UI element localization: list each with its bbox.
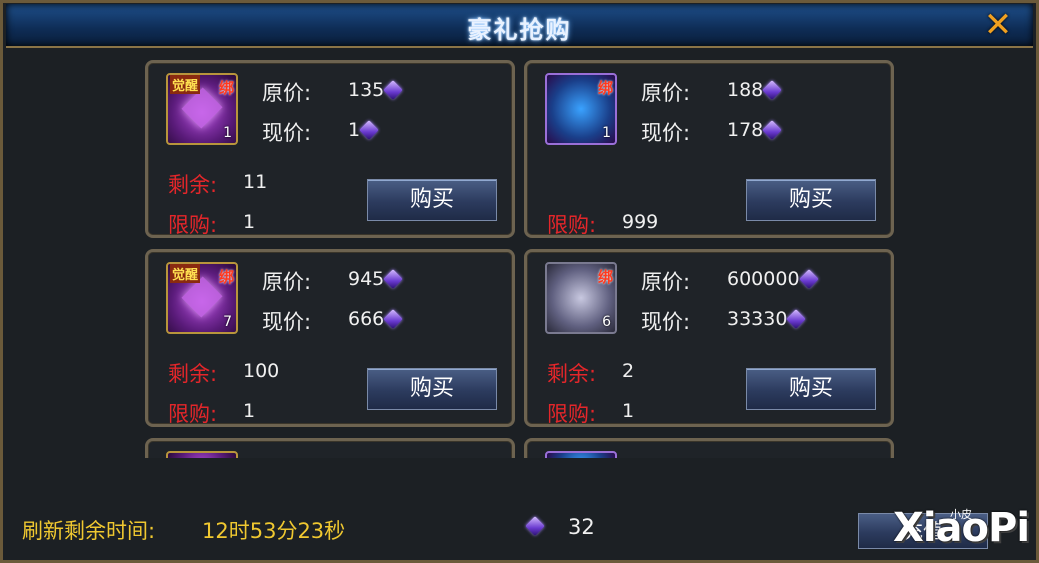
original-price-label: 原价: xyxy=(262,81,312,105)
original-price-value: 135 xyxy=(348,79,404,101)
item-count: 7 xyxy=(223,314,232,330)
remaining-value: 100 xyxy=(243,360,280,382)
current-price-label: 现价: xyxy=(641,121,691,145)
purple-gem-icon[interactable]: 觉醒 绑 7 xyxy=(166,262,238,334)
bound-badge: 绑 xyxy=(597,79,613,97)
limit-label: 限购: xyxy=(168,213,218,237)
current-price-value: 1 xyxy=(348,119,379,141)
current-price-label: 现价: xyxy=(262,121,312,145)
remaining-value: 11 xyxy=(243,171,268,193)
current-price-label: 现价: xyxy=(641,310,691,334)
currency-amount: 32 xyxy=(568,515,595,539)
item-card: 觉醒 绑 1 原价: 135 现价: 1 剩余: 11 限购: 1 购买 xyxy=(145,60,515,238)
item-count: 1 xyxy=(223,125,232,141)
refresh-timer: 12时53分23秒 xyxy=(202,519,346,543)
blue-chest-icon[interactable]: 绑 1 xyxy=(545,73,617,145)
recharge-button[interactable]: 充值 xyxy=(858,513,988,549)
limit-value: 1 xyxy=(243,400,256,422)
diamond-icon xyxy=(762,80,783,100)
remaining-label: 剩余: xyxy=(547,362,597,386)
item-icon xyxy=(545,451,617,458)
original-price-label: 原价: xyxy=(641,81,691,105)
original-price-label: 原价: xyxy=(262,270,312,294)
current-price-value: 666 xyxy=(348,308,404,330)
buy-button[interactable]: 购买 xyxy=(367,179,497,221)
awaken-tag: 觉醒 xyxy=(170,264,201,283)
limit-label: 限购: xyxy=(168,402,218,426)
diamond-icon xyxy=(786,309,807,329)
item-card: 绑 1 原价: 188 现价: 178 限购: 999 购买 xyxy=(524,60,894,238)
diamond-icon xyxy=(798,269,819,289)
remaining-label: 剩余: xyxy=(168,362,218,386)
refresh-label: 刷新剩余时间: xyxy=(22,519,156,543)
silver-chest-icon[interactable]: 绑 6 xyxy=(545,262,617,334)
current-price-label: 现价: xyxy=(262,310,312,334)
diamond-icon xyxy=(762,120,783,140)
buy-button[interactable]: 购买 xyxy=(367,368,497,410)
diamond-icon xyxy=(383,80,404,100)
original-price-value: 600000 xyxy=(727,268,819,290)
window-title: 豪礼抢购 xyxy=(467,15,572,44)
current-price-value: 33330 xyxy=(727,308,807,330)
title-bar: 豪礼抢购 ✕ xyxy=(6,4,1033,48)
item-icon xyxy=(166,451,238,458)
diamond-icon xyxy=(383,269,404,289)
item-card-partial xyxy=(145,438,515,458)
limit-label: 限购: xyxy=(547,402,597,426)
item-count: 6 xyxy=(602,314,611,330)
original-price-label: 原价: xyxy=(641,270,691,294)
item-card: 觉醒 绑 7 原价: 945 现价: 666 剩余: 100 限购: 1 购买 xyxy=(145,249,515,427)
current-price-value: 178 xyxy=(727,119,783,141)
buy-button[interactable]: 购买 xyxy=(746,179,876,221)
limit-value: 1 xyxy=(622,400,635,422)
diamond-icon xyxy=(359,120,379,140)
item-card-partial xyxy=(524,438,894,458)
bound-badge: 绑 xyxy=(218,79,234,97)
bound-badge: 绑 xyxy=(218,268,234,286)
limit-value: 1 xyxy=(243,211,256,233)
buy-button[interactable]: 购买 xyxy=(746,368,876,410)
original-price-value: 188 xyxy=(727,79,783,101)
awaken-tag: 觉醒 xyxy=(170,75,201,94)
limit-label: 限购: xyxy=(547,213,597,237)
remaining-value: 2 xyxy=(622,360,635,382)
bound-badge: 绑 xyxy=(597,268,613,286)
close-icon[interactable]: ✕ xyxy=(981,8,1015,42)
purple-gem-icon[interactable]: 觉醒 绑 1 xyxy=(166,73,238,145)
remaining-label: 剩余: xyxy=(168,173,218,197)
item-count: 1 xyxy=(602,125,611,141)
item-list[interactable]: 觉醒 绑 1 原价: 135 现价: 1 剩余: 11 限购: 1 购买 绑 1… xyxy=(0,48,1039,458)
diamond-icon xyxy=(383,309,404,329)
item-card: 绑 6 原价: 600000 现价: 33330 剩余: 2 限购: 1 购买 xyxy=(524,249,894,427)
original-price-value: 945 xyxy=(348,268,404,290)
limit-value: 999 xyxy=(622,211,659,233)
